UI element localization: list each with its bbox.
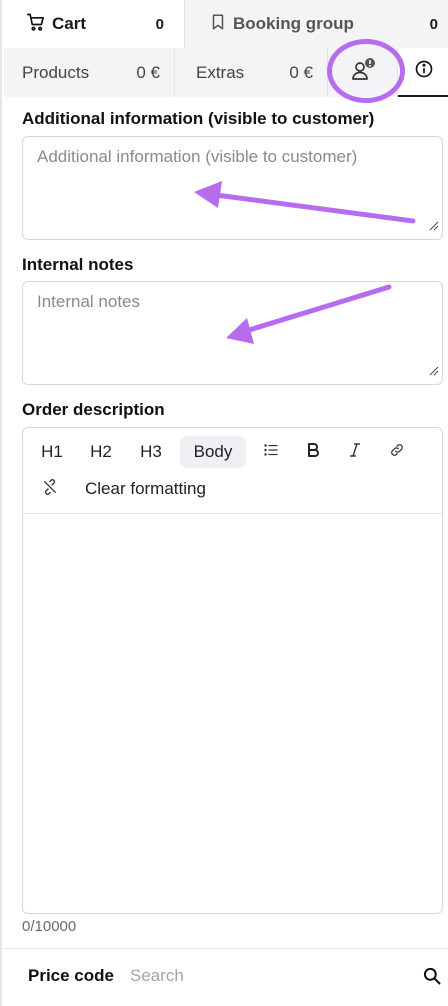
order-description-editor: H1 H2 H3 Body Clear formatting: [22, 427, 443, 914]
unlink-button[interactable]: [35, 473, 65, 505]
sidebar-panel: Cart 0 Booking group 0 Products 0 € Extr…: [0, 0, 448, 1006]
cart-icon: [26, 12, 46, 37]
resize-handle-icon[interactable]: [429, 218, 439, 236]
tab-info[interactable]: [398, 48, 448, 97]
tab-booking-group-count: 0: [429, 15, 438, 33]
internal-notes-textarea[interactable]: Internal notes: [22, 281, 443, 385]
link-icon: [389, 442, 405, 463]
order-description-label: Order description: [22, 400, 165, 419]
annotation-highlight-ring: [327, 39, 405, 103]
italic-button[interactable]: [339, 436, 371, 468]
search-icon[interactable]: [422, 966, 442, 991]
heading3-button[interactable]: H3: [132, 436, 170, 468]
info-icon: [414, 59, 434, 84]
additional-info-textarea[interactable]: Additional information (visible to custo…: [22, 136, 443, 240]
heading1-button[interactable]: H1: [33, 436, 71, 468]
tab-cart-label: Cart: [52, 14, 87, 33]
char-count: 0/10000: [22, 918, 77, 935]
tab-products-label: Products: [22, 62, 90, 82]
tab-extras[interactable]: Extras 0 €: [175, 48, 328, 97]
unlink-icon: [42, 478, 58, 500]
italic-icon: [348, 442, 362, 463]
tab-products[interactable]: Products 0 €: [4, 48, 175, 97]
link-button[interactable]: [381, 436, 413, 468]
bold-icon: [306, 442, 320, 463]
price-code-search-input[interactable]: [130, 965, 390, 986]
tab-products-amount: 0 €: [136, 62, 160, 82]
price-code-row: Price code: [4, 948, 448, 1002]
tab-cart[interactable]: Cart 0: [4, 0, 184, 48]
editor-content-area[interactable]: [23, 515, 442, 913]
bookmark-icon: [209, 12, 227, 37]
heading2-button[interactable]: H2: [82, 436, 120, 468]
internal-notes-placeholder: Internal notes: [37, 292, 141, 311]
bold-button[interactable]: [297, 436, 329, 468]
clear-formatting-button[interactable]: Clear formatting: [79, 473, 237, 505]
tab-cart-count: 0: [155, 15, 164, 33]
bullet-list-button[interactable]: [255, 436, 287, 468]
resize-handle-icon[interactable]: [429, 363, 439, 381]
body-text-button[interactable]: Body: [180, 436, 246, 468]
internal-notes-label: Internal notes: [22, 255, 134, 274]
price-code-label: Price code: [28, 965, 114, 985]
tab-extras-label: Extras: [196, 62, 245, 82]
bullet-list-icon: [264, 442, 278, 462]
tab-extras-amount: 0 €: [289, 62, 313, 82]
tab-booking-group-label: Booking group: [233, 14, 354, 33]
additional-info-label: Additional information (visible to custo…: [22, 109, 375, 128]
editor-toolbar: H1 H2 H3 Body Clear formatting: [23, 428, 442, 514]
additional-info-placeholder: Additional information (visible to custo…: [37, 147, 358, 166]
tab-booking-group[interactable]: Booking group 0: [184, 0, 448, 48]
